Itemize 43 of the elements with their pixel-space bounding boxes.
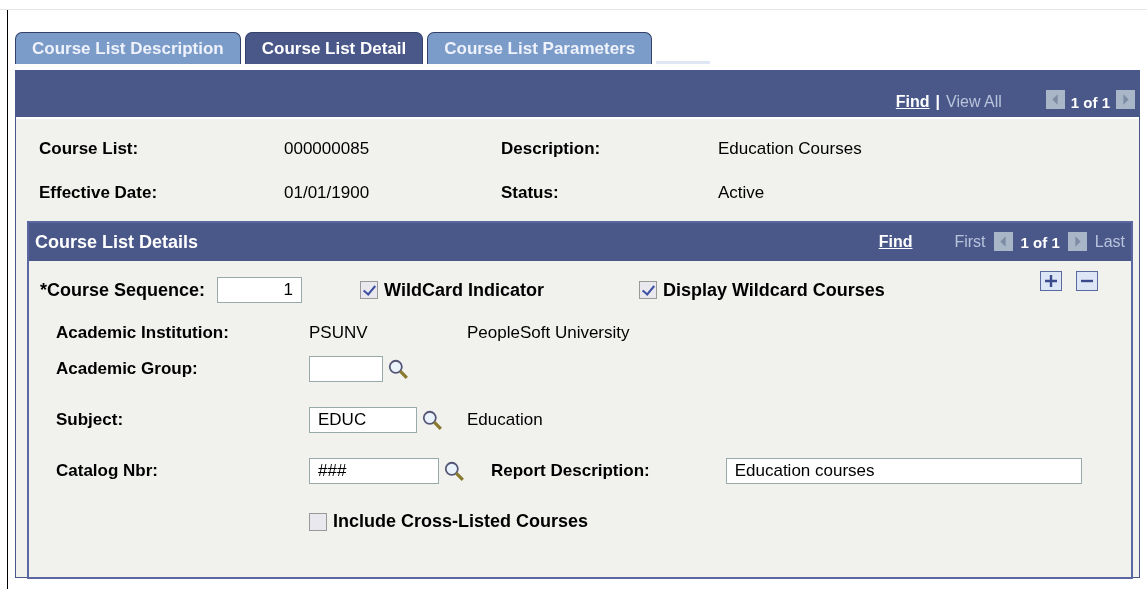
field-label: Subject: xyxy=(56,408,125,431)
field-label: Effective Date: xyxy=(39,183,159,203)
field-description: Education xyxy=(467,408,544,431)
field-value: Education Courses xyxy=(718,139,863,159)
field-value: 01/01/1900 xyxy=(284,183,371,203)
field-label: Academic Institution: xyxy=(56,322,230,343)
checkbox-label: Include Cross-Listed Courses xyxy=(333,511,589,532)
next-icon[interactable] xyxy=(1067,231,1087,251)
field-value: PSUNV xyxy=(309,323,368,343)
field-label: *Course Sequence: xyxy=(40,279,206,301)
checkbox-label: Display Wildcard Courses xyxy=(662,279,885,301)
catalog-number-field[interactable]: ### xyxy=(309,457,439,484)
row-count: 1 of 1 xyxy=(1020,233,1060,251)
previous-icon[interactable] xyxy=(1045,90,1065,109)
field-label: Description: xyxy=(501,139,602,159)
tab[interactable]: Course List Detail xyxy=(244,32,424,64)
field-label: Status: xyxy=(501,183,560,203)
section-title: Course List Details xyxy=(35,231,199,253)
checkbox[interactable] xyxy=(309,512,327,531)
search-icon[interactable] xyxy=(387,357,409,380)
checkbox-label: WildCard Indicator xyxy=(384,279,544,301)
sequence-field[interactable]: 1 xyxy=(217,277,303,303)
field-value: 000000085 xyxy=(284,139,371,159)
checkbox[interactable] xyxy=(638,281,657,299)
field-label: Catalog Nbr: xyxy=(56,459,159,482)
report-description-field[interactable]: Education courses xyxy=(725,457,1082,484)
academic-group-field[interactable] xyxy=(309,355,383,382)
find-link[interactable]: Find xyxy=(895,93,930,111)
find-link[interactable]: Find xyxy=(878,233,913,251)
field-description: PeopleSoft University xyxy=(467,322,631,343)
separator: | xyxy=(935,93,941,111)
page-count: 1 of 1 xyxy=(1070,94,1110,111)
search-icon[interactable] xyxy=(443,459,465,482)
field-label: Course List: xyxy=(39,139,140,159)
field-label: Academic Group: xyxy=(56,357,199,380)
delete-row-icon[interactable] xyxy=(1076,271,1098,291)
search-icon[interactable] xyxy=(421,408,443,431)
add-row-icon[interactable] xyxy=(1040,271,1062,291)
field-value: Active xyxy=(718,183,766,203)
field-label: Report Description: xyxy=(491,460,650,481)
checkbox[interactable] xyxy=(360,281,379,299)
previous-icon[interactable] xyxy=(993,231,1013,251)
subject-field[interactable]: EDUC xyxy=(309,406,417,433)
